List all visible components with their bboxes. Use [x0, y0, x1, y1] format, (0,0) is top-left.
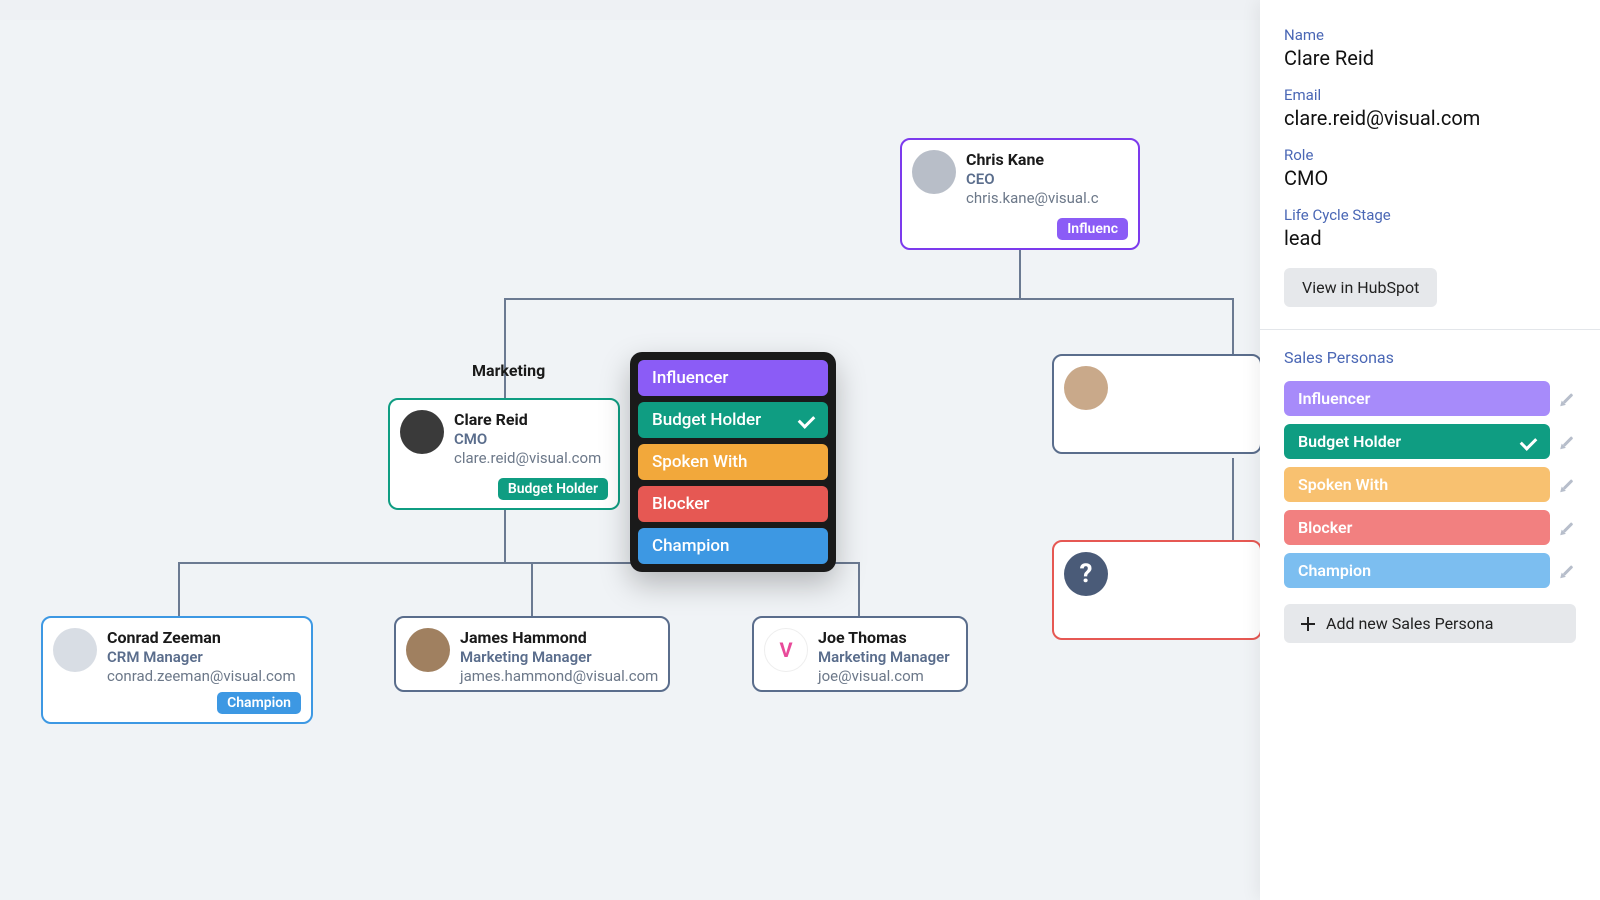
- connector: [178, 562, 180, 618]
- field-label-email: Email: [1284, 86, 1576, 104]
- avatar: [53, 628, 97, 672]
- person-name: Joe Thomas: [818, 628, 952, 647]
- connector: [1019, 244, 1021, 300]
- pencil-icon[interactable]: [1560, 520, 1576, 536]
- field-label-name: Name: [1284, 26, 1576, 44]
- plus-icon: [1300, 616, 1316, 632]
- persona-list: Influencer Budget Holder Spoken With Blo…: [1284, 381, 1576, 588]
- connector: [504, 508, 506, 564]
- person-email: chris.kane@visual.c: [966, 189, 1124, 207]
- person-role: CRM Manager: [107, 648, 297, 666]
- field-label-role: Role: [1284, 146, 1576, 164]
- person-email: joe@visual.com: [818, 667, 952, 685]
- person-card-mm2[interactable]: V Joe Thomas Marketing Manager joe@visua…: [752, 616, 968, 692]
- field-value-stage: lead: [1284, 226, 1576, 250]
- dept-label: Marketing: [472, 361, 545, 380]
- persona-pill-spoken-with[interactable]: Spoken With: [1284, 467, 1550, 502]
- details-panel: Name Clare Reid Email clare.reid@visual.…: [1260, 0, 1600, 900]
- person-card-unknown[interactable]: ?: [1052, 540, 1262, 640]
- persona-badge: Champion: [217, 692, 301, 714]
- persona-option-champion[interactable]: Champion: [638, 528, 828, 564]
- person-role: Marketing Manager: [460, 648, 658, 666]
- persona-badge: Influenc: [1057, 218, 1128, 240]
- check-icon: [1521, 432, 1536, 451]
- person-card-cmo[interactable]: Clare Reid CMO clare.reid@visual.com Bud…: [388, 398, 620, 510]
- connector: [1232, 458, 1234, 544]
- persona-pill-champion[interactable]: Champion: [1284, 553, 1550, 588]
- field-label-stage: Life Cycle Stage: [1284, 206, 1576, 224]
- persona-pill-influencer[interactable]: Influencer: [1284, 381, 1550, 416]
- person-card-ceo[interactable]: Chris Kane CEO chris.kane@visual.c Influ…: [900, 138, 1140, 250]
- person-card-peer[interactable]: [1052, 354, 1262, 454]
- check-icon: [799, 410, 814, 430]
- person-name: Chris Kane: [966, 150, 1124, 169]
- add-persona-label: Add new Sales Persona: [1326, 614, 1493, 633]
- view-in-hubspot-button[interactable]: View in HubSpot: [1284, 268, 1437, 307]
- persona-option-blocker[interactable]: Blocker: [638, 486, 828, 522]
- logo-icon: V: [764, 628, 808, 672]
- avatar: [406, 628, 450, 672]
- pencil-icon[interactable]: [1560, 434, 1576, 450]
- person-name: Clare Reid: [454, 410, 604, 429]
- connector: [504, 298, 1234, 300]
- person-email: conrad.zeeman@visual.com: [107, 667, 297, 685]
- field-value-name: Clare Reid: [1284, 46, 1576, 70]
- persona-pill-blocker[interactable]: Blocker: [1284, 510, 1550, 545]
- field-value-email: clare.reid@visual.com: [1284, 106, 1576, 130]
- person-name: Conrad Zeeman: [107, 628, 297, 647]
- avatar: [400, 410, 444, 454]
- avatar: [1064, 366, 1108, 410]
- persona-option-budget-holder[interactable]: Budget Holder: [638, 402, 828, 438]
- persona-popup: Influencer Budget Holder Spoken With Blo…: [630, 352, 836, 572]
- person-role: CMO: [454, 430, 604, 448]
- person-role: CEO: [966, 170, 1124, 188]
- person-role: Marketing Manager: [818, 648, 952, 666]
- connector: [531, 562, 533, 618]
- pencil-icon[interactable]: [1560, 563, 1576, 579]
- person-card-crm[interactable]: Conrad Zeeman CRM Manager conrad.zeeman@…: [41, 616, 313, 724]
- persona-option-spoken-with[interactable]: Spoken With: [638, 444, 828, 480]
- persona-badge: Budget Holder: [498, 478, 608, 500]
- add-persona-button[interactable]: Add new Sales Persona: [1284, 604, 1576, 643]
- connector: [504, 298, 506, 398]
- person-email: clare.reid@visual.com: [454, 449, 604, 467]
- connector: [1232, 298, 1234, 354]
- person-name: James Hammond: [460, 628, 658, 647]
- pencil-icon[interactable]: [1560, 391, 1576, 407]
- connector: [858, 562, 860, 618]
- question-icon: ?: [1064, 552, 1108, 596]
- pencil-icon[interactable]: [1560, 477, 1576, 493]
- person-card-mm1[interactable]: James Hammond Marketing Manager james.ha…: [394, 616, 670, 692]
- field-value-role: CMO: [1284, 166, 1576, 190]
- divider: [1260, 329, 1600, 330]
- persona-pill-budget-holder[interactable]: Budget Holder: [1284, 424, 1550, 459]
- persona-option-influencer[interactable]: Influencer: [638, 360, 828, 396]
- person-email: james.hammond@visual.com: [460, 667, 658, 685]
- avatar: [912, 150, 956, 194]
- section-label-personas: Sales Personas: [1284, 348, 1576, 367]
